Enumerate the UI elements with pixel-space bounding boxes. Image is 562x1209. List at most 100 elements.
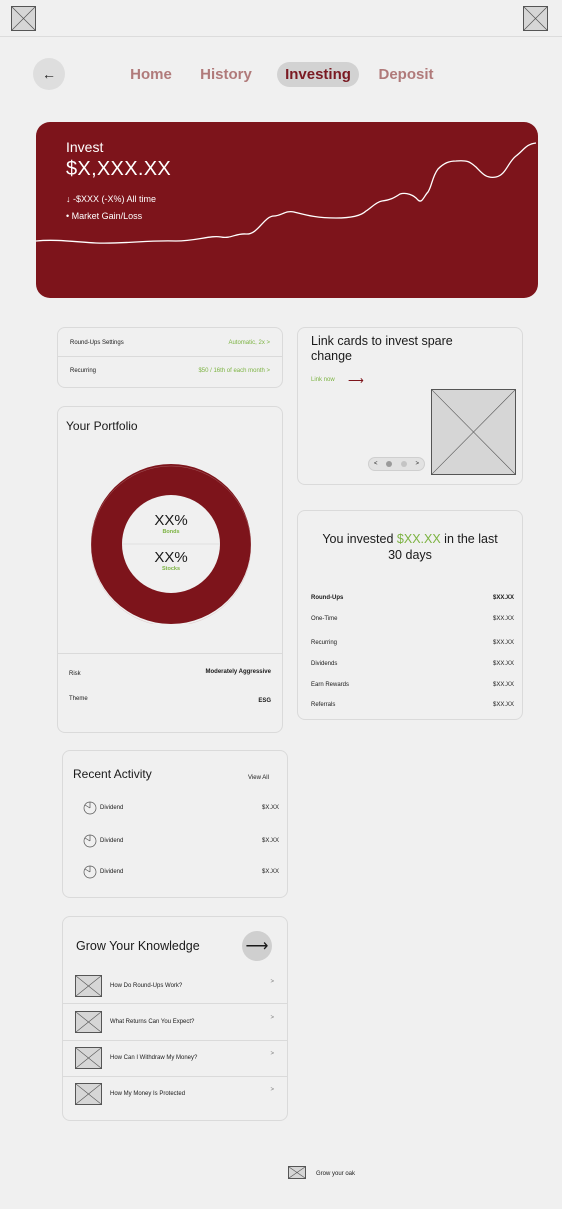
activity-label: Dividend [100,869,124,875]
knowledge-item[interactable]: How Do Round-Ups Work? > [63,968,287,1004]
footer-tagline: Grow your oak [316,1171,356,1177]
profile-placeholder-icon[interactable] [523,6,548,31]
knowledge-item[interactable]: How My Money Is Protected > [63,1076,287,1112]
back-arrow-icon: ← [42,66,56,82]
activity-label: Dividend [100,805,124,811]
activity-row[interactable]: Dividend $X.XX [83,834,279,848]
activity-value: $X.XX [261,869,279,875]
row-value: $XX.XX [492,661,514,667]
bonds-percent: XX% [154,512,188,529]
chart-legend: • Market Gain/Loss [66,211,143,221]
link-now-link[interactable]: Link now [311,377,335,383]
row-label: Round-Ups [311,595,344,601]
link-now-arrow-icon[interactable]: ⟶ [348,374,364,387]
portfolio-donut-chart: XX% Bonds XX% Stocks [90,464,252,627]
roundups-settings-label: Round-Ups Settings [70,340,124,346]
article-thumbnail-icon [75,975,102,997]
roundups-settings-value: Automatic, 2x > [228,340,270,346]
invested-row-dividends: Dividends $XX.XX [311,661,514,667]
article-thumbnail-icon [75,1047,102,1069]
recurring-label: Recurring [70,368,97,374]
carousel-prev-icon[interactable]: < [374,461,378,467]
market-gain-loss-line [36,142,537,244]
invested-row-onetime: One-Time $XX.XX [311,616,514,622]
activity-row[interactable]: Dividend $X.XX [83,801,279,815]
invested-title: You invested $XX.XX in the last 30 days [298,531,522,563]
activity-value: $X.XX [261,805,279,811]
activity-value: $X.XX [261,838,279,844]
recent-activity-title: Recent Activity [73,767,152,781]
pie-chart-icon [83,865,97,879]
invested-amount: $XX.XX [396,532,441,546]
view-all-link[interactable]: View All [248,775,269,781]
portfolio-value: $X,XXX.XX [66,158,171,180]
knowledge-item-label: How My Money Is Protected [110,1091,186,1097]
risk-label: Risk [69,671,81,677]
row-label: Earn Rewards [311,682,350,688]
recent-activity-card: Recent Activity View All Dividend $X.XX … [62,750,288,898]
carousel-dot[interactable] [400,461,407,467]
row-label: One-Time [311,616,338,622]
row-label: Dividends [311,661,338,667]
row-value: $XX.XX [492,595,514,601]
knowledge-item-label: How Do Round-Ups Work? [110,983,183,989]
stocks-label: Stocks [161,566,181,572]
nav-tab-deposit[interactable]: Deposit [375,62,437,87]
footer-logo-icon [288,1166,306,1179]
knowledge-item-label: How Can I Withdraw My Money? [110,1055,198,1061]
portfolio-card: Your Portfolio XX% Bonds XX% Stocks Risk… [57,406,283,733]
nav-tab-home[interactable]: Home [126,62,176,87]
row-value: $XX.XX [492,702,514,708]
activity-row[interactable]: Dividend $X.XX [83,865,279,879]
back-button[interactable]: ← [33,58,65,90]
invested-title-prefix: You invested [322,532,397,546]
investment-summary-card: Invest $X,XXX.XX ↓ -$XXX (-X%) All time … [36,122,538,298]
theme-label: Theme [69,696,88,702]
stocks-percent: XX% [154,549,188,566]
portfolio-title: Your Portfolio [66,419,138,433]
bonds-label: Bonds [162,529,180,535]
theme-value: ESG [258,698,271,704]
pie-chart-icon [83,834,97,848]
settings-card: Round-Ups Settings Automatic, 2x > Recur… [57,327,283,388]
grow-knowledge-title: Grow Your Knowledge [76,939,200,953]
all-time-change: ↓ -$XXX (-X%) All time [66,194,157,204]
nav-tab-history[interactable]: History [197,62,255,87]
nav-tab-investing[interactable]: Investing [277,62,359,87]
link-cards-title: Link cards to invest spare change [311,334,453,363]
chevron-right-icon: > [270,1015,274,1021]
activity-label: Dividend [100,838,124,844]
top-bar [0,0,562,37]
invested-row-earn-rewards: Earn Rewards $XX.XX [311,682,514,688]
article-thumbnail-icon [75,1083,102,1105]
recurring-row[interactable]: Recurring $50 / 16th of each month > [58,357,282,385]
roundups-settings-row[interactable]: Round-Ups Settings Automatic, 2x > [58,329,282,357]
carousel-next-icon[interactable]: > [415,461,419,467]
risk-value: Moderately Aggressive [205,669,271,675]
knowledge-item[interactable]: How Can I Withdraw My Money? > [63,1040,287,1076]
hero-title: Invest [66,139,104,155]
row-value: $XX.XX [492,616,514,622]
article-thumbnail-icon [75,1011,102,1033]
recurring-value: $50 / 16th of each month > [198,368,270,374]
row-value: $XX.XX [492,640,514,646]
chevron-right-icon: > [270,979,274,985]
carousel-dot-active[interactable] [386,461,393,467]
chevron-right-icon: > [270,1087,274,1093]
row-value: $XX.XX [492,682,514,688]
chevron-right-icon: > [270,1051,274,1057]
invested-row-roundups: Round-Ups $XX.XX [311,595,514,601]
arrow-right-icon: ⟶ [245,938,269,955]
grow-knowledge-card: Grow Your Knowledge ⟶ How Do Round-Ups W… [62,916,288,1121]
card-image-placeholder [431,389,516,475]
row-label: Recurring [311,640,338,646]
carousel-control: < > [368,457,425,471]
pie-chart-icon [83,801,97,815]
invested-row-referrals: Referrals $XX.XX [311,702,514,708]
row-label: Referrals [311,702,336,708]
grow-knowledge-arrow-button[interactable]: ⟶ [242,931,272,961]
knowledge-item[interactable]: What Returns Can You Expect? > [63,1004,287,1040]
link-cards-card: Link cards to invest spare change Link n… [297,327,523,485]
logo-placeholder-icon [11,6,36,31]
invested-summary-card: You invested $XX.XX in the last 30 days … [297,510,523,720]
